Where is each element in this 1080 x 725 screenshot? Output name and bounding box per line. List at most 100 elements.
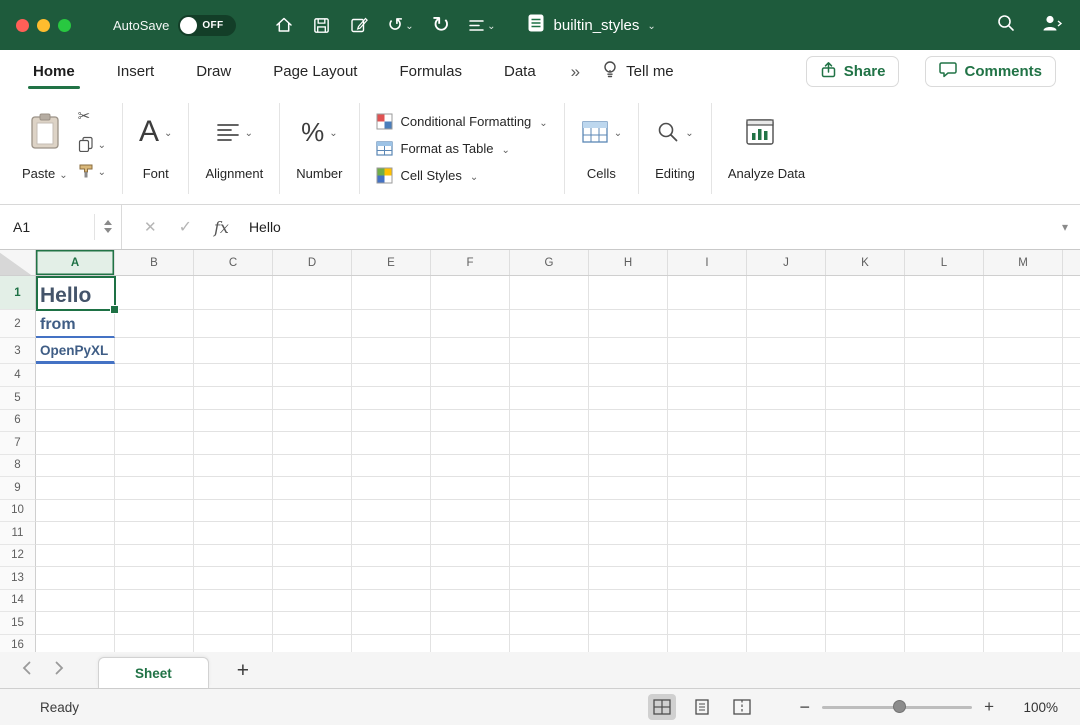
cell-B13[interactable] (115, 567, 194, 590)
cell-B5[interactable] (115, 387, 194, 410)
cell-E14[interactable] (352, 590, 431, 613)
cell-L6[interactable] (905, 410, 984, 433)
cell-G9[interactable] (510, 477, 589, 500)
cell-F6[interactable] (431, 410, 510, 433)
cell-G16[interactable] (510, 635, 589, 653)
cell-L9[interactable] (905, 477, 984, 500)
cell-L15[interactable] (905, 612, 984, 635)
copy-button[interactable] (78, 135, 106, 153)
cell-F1[interactable] (431, 276, 510, 310)
cell-M3[interactable] (984, 338, 1063, 364)
name-box-stepper[interactable] (94, 214, 121, 240)
cell-L10[interactable] (905, 500, 984, 523)
cell-F7[interactable] (431, 432, 510, 455)
cell-F4[interactable] (431, 364, 510, 387)
row-header-8[interactable]: 8 (0, 455, 36, 478)
cell-E1[interactable] (352, 276, 431, 310)
cell-K12[interactable] (826, 545, 905, 568)
formula-bar-value[interactable]: Hello (249, 219, 281, 235)
cell-M10[interactable] (984, 500, 1063, 523)
cell-F12[interactable] (431, 545, 510, 568)
column-header-A[interactable]: A (36, 250, 115, 275)
ribbon-group-font[interactable]: A Font (123, 93, 188, 204)
cell-H16[interactable] (589, 635, 668, 653)
cell-M2[interactable] (984, 310, 1063, 338)
cell-C10[interactable] (194, 500, 273, 523)
column-header-D[interactable]: D (273, 250, 352, 275)
cell-F16[interactable] (431, 635, 510, 653)
cell-A7[interactable] (36, 432, 115, 455)
search-icon[interactable] (996, 13, 1016, 38)
zoom-window-button[interactable] (58, 19, 71, 32)
cell-D5[interactable] (273, 387, 352, 410)
conditional-formatting-button[interactable]: Conditional Formatting (376, 113, 548, 130)
cell-J7[interactable] (747, 432, 826, 455)
column-header-K[interactable]: K (826, 250, 905, 275)
cell-E12[interactable] (352, 545, 431, 568)
cell-A5[interactable] (36, 387, 115, 410)
cell-G8[interactable] (510, 455, 589, 478)
cell-G2[interactable] (510, 310, 589, 338)
row-header-4[interactable]: 4 (0, 364, 36, 387)
tab-home[interactable]: Home (12, 50, 96, 93)
cell-D10[interactable] (273, 500, 352, 523)
cell-K7[interactable] (826, 432, 905, 455)
row-header-3[interactable]: 3 (0, 338, 36, 364)
cell-B6[interactable] (115, 410, 194, 433)
chevron-down-icon[interactable] (647, 16, 655, 34)
cell-I15[interactable] (668, 612, 747, 635)
cell-H7[interactable] (589, 432, 668, 455)
cell-B7[interactable] (115, 432, 194, 455)
cell-B10[interactable] (115, 500, 194, 523)
cell-L14[interactable] (905, 590, 984, 613)
cell-B15[interactable] (115, 612, 194, 635)
cell-A10[interactable] (36, 500, 115, 523)
cell-M9[interactable] (984, 477, 1063, 500)
cell-F10[interactable] (431, 500, 510, 523)
row-header-6[interactable]: 6 (0, 410, 36, 433)
tell-me-control[interactable]: Tell me (602, 60, 674, 83)
cell-L12[interactable] (905, 545, 984, 568)
cell-C8[interactable] (194, 455, 273, 478)
cell-L7[interactable] (905, 432, 984, 455)
cell-E6[interactable] (352, 410, 431, 433)
ribbon-group-number[interactable]: % Number (280, 93, 358, 204)
column-header-E[interactable]: E (352, 250, 431, 275)
ribbon-group-editing[interactable]: Editing (639, 93, 711, 204)
cell-A15[interactable] (36, 612, 115, 635)
cell-G15[interactable] (510, 612, 589, 635)
cell-F15[interactable] (431, 612, 510, 635)
cell-M1[interactable] (984, 276, 1063, 310)
cell-L3[interactable] (905, 338, 984, 364)
cell-F3[interactable] (431, 338, 510, 364)
cell-H5[interactable] (589, 387, 668, 410)
cell-C14[interactable] (194, 590, 273, 613)
cell-E15[interactable] (352, 612, 431, 635)
zoom-slider-thumb[interactable] (893, 700, 906, 713)
tab-data[interactable]: Data (483, 50, 557, 93)
cell-K5[interactable] (826, 387, 905, 410)
cell-A4[interactable] (36, 364, 115, 387)
zoom-level[interactable]: 100% (1014, 700, 1058, 715)
cell-B1[interactable] (115, 276, 194, 310)
cell-K6[interactable] (826, 410, 905, 433)
cut-button[interactable] (78, 107, 106, 126)
cell-G10[interactable] (510, 500, 589, 523)
format-as-table-button[interactable]: Format as Table (376, 140, 548, 157)
cell-C2[interactable] (194, 310, 273, 338)
zoom-slider[interactable] (822, 700, 972, 714)
cell-A1[interactable]: Hello (36, 276, 115, 310)
cell-E11[interactable] (352, 522, 431, 545)
cell-F11[interactable] (431, 522, 510, 545)
cell-K8[interactable] (826, 455, 905, 478)
new-note-icon[interactable] (349, 15, 369, 35)
cell-M15[interactable] (984, 612, 1063, 635)
row-header-1[interactable]: 1 (0, 276, 36, 310)
column-header-C[interactable]: C (194, 250, 273, 275)
cell-M5[interactable] (984, 387, 1063, 410)
cell-H3[interactable] (589, 338, 668, 364)
row-header-13[interactable]: 13 (0, 567, 36, 590)
cell-I12[interactable] (668, 545, 747, 568)
cell-H6[interactable] (589, 410, 668, 433)
cell-G11[interactable] (510, 522, 589, 545)
